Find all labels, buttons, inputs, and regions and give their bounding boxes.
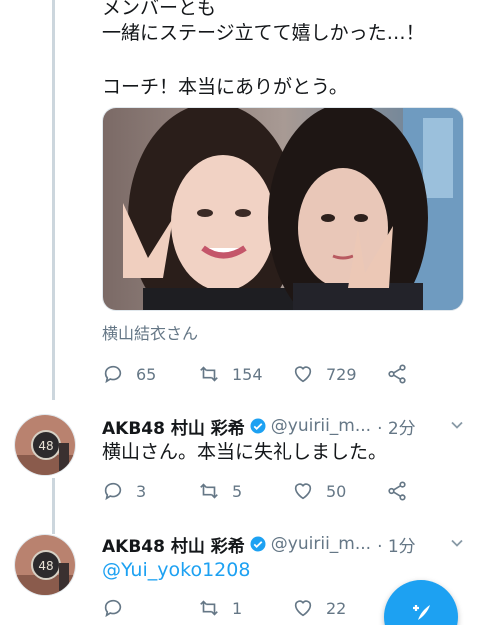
- chevron-down-icon[interactable]: [450, 418, 464, 432]
- retweet-count: 5: [232, 481, 243, 501]
- avatar[interactable]: 48: [14, 534, 76, 596]
- retweet-icon: [200, 366, 218, 382]
- reply-header: AKB48 村山 彩希 @yuirii_m... · 1分: [102, 532, 470, 557]
- like-button[interactable]: 729: [292, 359, 357, 389]
- like-count: 729: [326, 364, 357, 384]
- verified-badge-icon: [250, 536, 266, 552]
- retweet-button[interactable]: 154: [198, 359, 263, 389]
- share-button[interactable]: [386, 476, 408, 506]
- reply-button[interactable]: 65: [102, 359, 156, 389]
- photo-image: [103, 108, 463, 310]
- thread-line-middle: [52, 478, 55, 534]
- avatar-image: 48: [15, 415, 75, 475]
- retweet-count: 1: [232, 598, 243, 618]
- reply-button[interactable]: 3: [102, 476, 146, 506]
- photo-tag[interactable]: 横山結衣さん: [102, 320, 198, 344]
- like-count: 50: [326, 481, 347, 501]
- reply-icon: [104, 365, 122, 384]
- reply-header: AKB48 村山 彩希 @yuirii_m... · 2分: [102, 414, 470, 439]
- retweet-icon: [200, 600, 218, 616]
- chevron-down-icon[interactable]: [450, 536, 464, 550]
- svg-text:48: 48: [38, 439, 53, 453]
- avatar-image: 48: [15, 535, 75, 595]
- tweet-text-line-4: コーチ！本当にありがとう。: [102, 76, 348, 98]
- share-icon: [388, 364, 406, 384]
- like-button[interactable]: 22: [292, 593, 346, 623]
- like-icon: [294, 366, 312, 383]
- retweet-icon: [200, 483, 218, 499]
- like-count: 22: [326, 598, 347, 618]
- compose-icon: [413, 605, 430, 620]
- compose-button[interactable]: [384, 580, 458, 625]
- retweet-button[interactable]: 5: [198, 476, 242, 506]
- main-tweet-actions: 65 154 729: [102, 359, 422, 389]
- like-icon: [294, 600, 312, 617]
- reply-button[interactable]: [102, 593, 136, 623]
- like-button[interactable]: 50: [292, 476, 346, 506]
- thread-line-top: [52, 0, 55, 400]
- reply-icon: [104, 599, 122, 618]
- avatar[interactable]: 48: [14, 414, 76, 476]
- reply-count: 65: [136, 364, 157, 384]
- display-name[interactable]: AKB48 村山 彩希: [102, 532, 245, 557]
- like-icon: [294, 483, 312, 500]
- timestamp: · 1分: [377, 536, 416, 557]
- tweet-photo[interactable]: [102, 107, 464, 311]
- reply-actions: 1 22: [102, 593, 422, 623]
- tweet-text-line-2: 一緒にステージ立てて嬉しかった…！: [102, 22, 425, 44]
- retweet-count: 154: [232, 364, 263, 384]
- display-name[interactable]: AKB48 村山 彩希: [102, 414, 245, 439]
- reply-actions: 3 5 50: [102, 476, 422, 506]
- verified-badge-icon: [250, 418, 266, 434]
- user-handle[interactable]: @yuirii_m...: [271, 416, 371, 436]
- share-button[interactable]: [386, 359, 408, 389]
- mention-link[interactable]: @Yui_yoko1208: [102, 554, 250, 587]
- svg-text:48: 48: [38, 559, 53, 573]
- reply-icon: [104, 482, 122, 501]
- share-icon: [388, 481, 406, 501]
- reply-text: 横山さん。本当に失礼しました。: [102, 441, 388, 463]
- retweet-button[interactable]: 1: [198, 593, 242, 623]
- reply-count: 3: [136, 481, 147, 501]
- timestamp: · 2分: [377, 418, 416, 439]
- user-handle[interactable]: @yuirii_m...: [271, 534, 371, 554]
